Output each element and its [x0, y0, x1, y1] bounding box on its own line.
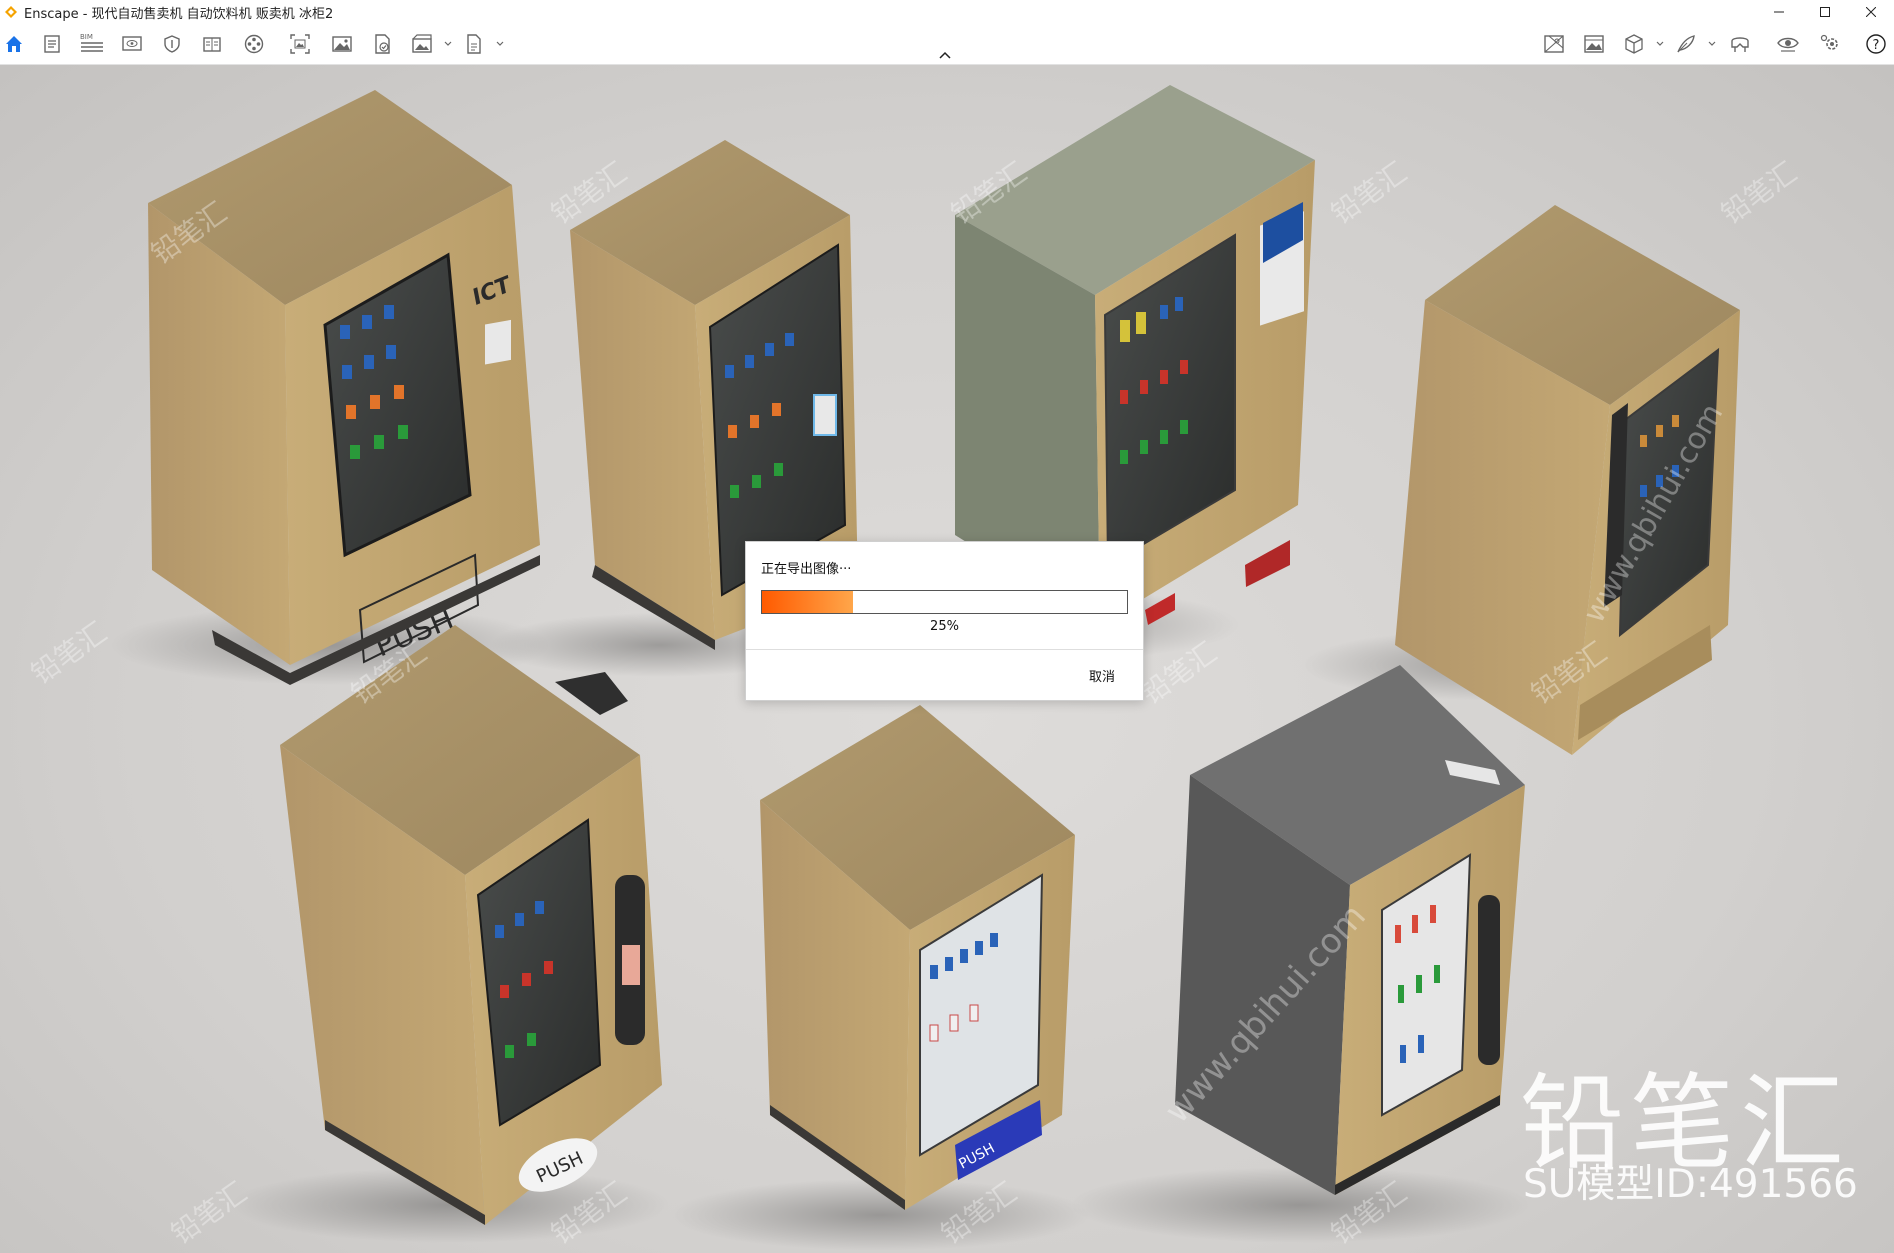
export-status-message: 正在导出图像···	[761, 562, 852, 577]
shield-check-icon	[375, 34, 390, 54]
picture-button[interactable]	[1580, 30, 1608, 58]
bim-button[interactable]: BIM	[78, 30, 106, 58]
vending-machine-5: PUSH	[230, 625, 670, 1243]
cube-icon	[1625, 34, 1643, 54]
svg-text:铅笔汇: 铅笔汇	[1715, 156, 1803, 231]
view-button[interactable]	[118, 30, 146, 58]
shield-icon	[164, 35, 180, 53]
book-icon	[203, 37, 221, 52]
svg-text:?: ?	[1873, 38, 1880, 53]
shield-check-button[interactable]	[368, 30, 396, 58]
dialog-divider	[746, 649, 1143, 650]
close-button[interactable]	[1848, 0, 1894, 24]
maximize-button[interactable]	[1802, 0, 1848, 24]
book-button[interactable]	[198, 30, 226, 58]
map-button[interactable]	[1540, 30, 1568, 58]
batch-render-dropdown-icon[interactable]	[443, 39, 453, 49]
cube-dropdown-icon[interactable]	[1655, 39, 1665, 49]
cube-button[interactable]	[1620, 30, 1648, 58]
export-icon	[467, 34, 481, 54]
feather-icon	[1677, 35, 1695, 53]
export-progress-bar	[761, 590, 1128, 614]
feather-button[interactable]	[1672, 30, 1700, 58]
export-dropdown-icon[interactable]	[495, 39, 505, 49]
document-icon	[44, 35, 60, 53]
help-button[interactable]: ?	[1862, 30, 1890, 58]
vending-machine-6: PUSH	[670, 705, 1090, 1251]
enscape-logo-icon	[5, 6, 17, 18]
vending-machine-1: PUSH ICT	[110, 90, 550, 685]
minimize-button[interactable]	[1756, 0, 1802, 24]
bim-label: BIM	[80, 33, 93, 41]
view-icon	[122, 36, 142, 51]
film-reel-button[interactable]	[240, 30, 268, 58]
collapse-toolbar-icon[interactable]	[938, 50, 952, 60]
window-title: Enscape - 现代自动售卖机 自动饮料机 贩卖机 冰柜2	[24, 6, 334, 22]
picture-icon	[1584, 35, 1604, 53]
bim-icon: BIM	[80, 33, 103, 52]
feather-dropdown-icon[interactable]	[1707, 39, 1717, 49]
settings-button[interactable]	[1816, 30, 1844, 58]
eye-button[interactable]	[1774, 30, 1802, 58]
film-reel-icon	[244, 34, 264, 54]
eye-icon	[1777, 37, 1799, 52]
svg-text:铅笔汇: 铅笔汇	[1325, 156, 1413, 231]
batch-render-icon	[412, 34, 432, 53]
capture-icon	[290, 34, 310, 54]
export-button[interactable]	[460, 30, 488, 58]
help-icon: ?	[1866, 34, 1886, 54]
image-button[interactable]	[328, 30, 356, 58]
progress-fill	[762, 591, 854, 613]
shield-button[interactable]	[158, 30, 186, 58]
cancel-button[interactable]: 取消	[1089, 666, 1115, 685]
close-icon	[1866, 7, 1876, 17]
capture-button[interactable]	[286, 30, 314, 58]
watermark-model-id: SU模型ID:491566	[1523, 1162, 1858, 1207]
map-icon	[1544, 35, 1564, 53]
batch-render-button[interactable]	[408, 30, 436, 58]
settings-icon	[1820, 34, 1838, 50]
vr-headset-button[interactable]	[1726, 30, 1754, 58]
svg-text:铅笔汇: 铅笔汇	[25, 616, 113, 691]
home-icon	[6, 36, 22, 52]
document-button[interactable]	[38, 30, 66, 58]
home-button[interactable]	[0, 30, 28, 58]
progress-percent: 25%	[930, 619, 959, 634]
export-progress-dialog: 正在导出图像··· 25% 取消	[745, 541, 1144, 701]
image-icon	[332, 36, 352, 52]
maximize-icon	[1820, 7, 1830, 17]
vr-headset-icon	[1731, 37, 1749, 52]
minimize-icon	[1774, 11, 1784, 13]
title-bar: Enscape - 现代自动售卖机 自动饮料机 贩卖机 冰柜2	[0, 0, 1894, 24]
